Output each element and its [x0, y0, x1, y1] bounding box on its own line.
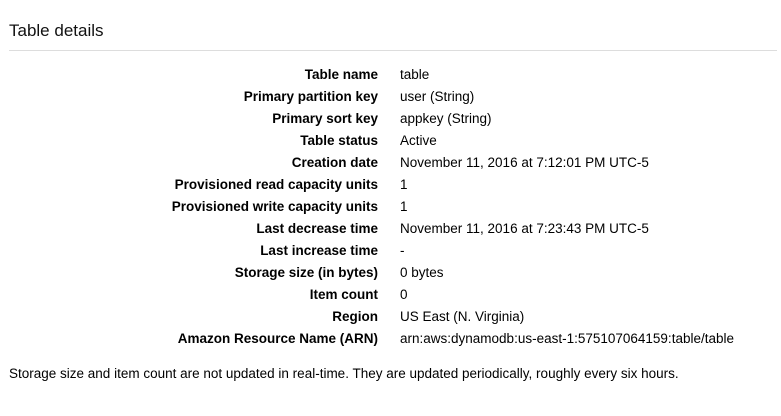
- detail-value: November 11, 2016 at 7:12:01 PM UTC-5: [400, 154, 649, 170]
- detail-row-creation-date: Creation date November 11, 2016 at 7:12:…: [0, 151, 781, 173]
- detail-row-region: Region US East (N. Virginia): [0, 305, 781, 327]
- storage-update-note: Storage size and item count are not upda…: [9, 366, 679, 381]
- detail-row-storage-size: Storage size (in bytes) 0 bytes: [0, 261, 781, 283]
- detail-label: Amazon Resource Name (ARN): [177, 330, 378, 346]
- detail-row-read-capacity: Provisioned read capacity units 1: [0, 173, 781, 195]
- detail-value: 0 bytes: [400, 264, 444, 280]
- detail-value: appkey (String): [400, 110, 492, 126]
- detail-label: Last increase time: [260, 242, 378, 258]
- detail-value: user (String): [400, 88, 475, 104]
- detail-value: November 11, 2016 at 7:23:43 PM UTC-5: [400, 220, 649, 236]
- detail-row-primary-partition-key: Primary partition key user (String): [0, 85, 781, 107]
- detail-label: Region: [332, 308, 378, 324]
- detail-row-table-name: Table name table: [0, 63, 781, 85]
- detail-value: 1: [400, 198, 408, 214]
- detail-row-arn: Amazon Resource Name (ARN) arn:aws:dynam…: [0, 327, 781, 349]
- detail-row-item-count: Item count 0: [0, 283, 781, 305]
- detail-label: Item count: [309, 286, 378, 302]
- detail-row-last-decrease-time: Last decrease time November 11, 2016 at …: [0, 217, 781, 239]
- detail-value: 1: [400, 176, 408, 192]
- detail-row-last-increase-time: Last increase time -: [0, 239, 781, 261]
- detail-value: US East (N. Virginia): [400, 308, 525, 324]
- detail-label: Primary sort key: [272, 110, 378, 126]
- table-details-list: Table name table Primary partition key u…: [0, 63, 781, 349]
- detail-value: Active: [400, 132, 437, 148]
- detail-row-table-status: Table status Active: [0, 129, 781, 151]
- detail-label: Last decrease time: [256, 220, 378, 236]
- detail-value: arn:aws:dynamodb:us-east-1:575107064159:…: [400, 330, 734, 346]
- detail-label: Provisioned write capacity units: [171, 198, 378, 214]
- title-divider: [9, 50, 777, 51]
- detail-value: 0: [400, 286, 408, 302]
- detail-value: -: [400, 242, 405, 258]
- detail-value: table: [400, 66, 430, 82]
- detail-label: Primary partition key: [243, 88, 378, 104]
- detail-label: Provisioned read capacity units: [174, 176, 378, 192]
- detail-label: Storage size (in bytes): [234, 264, 378, 280]
- panel-title: Table details: [9, 21, 104, 40]
- detail-row-primary-sort-key: Primary sort key appkey (String): [0, 107, 781, 129]
- detail-label: Table status: [300, 132, 378, 148]
- detail-row-write-capacity: Provisioned write capacity units 1: [0, 195, 781, 217]
- detail-label: Creation date: [291, 154, 378, 170]
- detail-label: Table name: [304, 66, 378, 82]
